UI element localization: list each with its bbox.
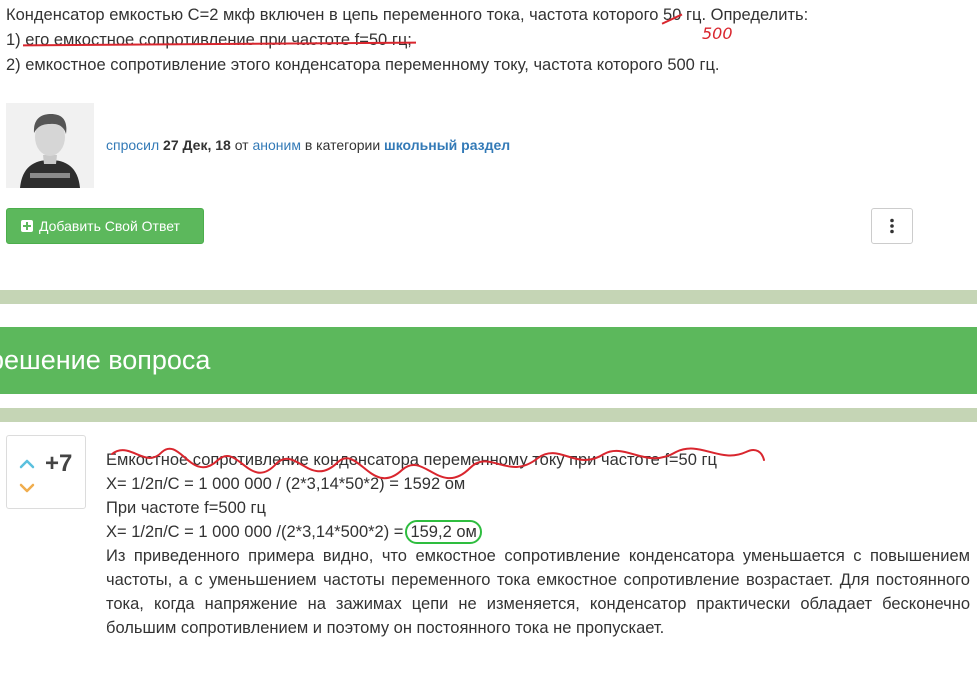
asked-link[interactable]: спросил <box>106 137 159 153</box>
answer-body: Емкостное сопротивление конденсатора пер… <box>106 448 970 640</box>
author-link[interactable]: аноним <box>252 137 300 153</box>
answer-line: X= 1/2п/С = 1 000 000 / (2*3,14*50*2) = … <box>106 475 466 493</box>
section-divider <box>0 290 977 304</box>
solution-banner: решение вопроса <box>0 327 977 394</box>
add-answer-button[interactable]: Добавить Свой Ответ <box>6 208 204 244</box>
circled-result: 159,2 ом <box>405 520 482 544</box>
user-avatar-icon <box>6 103 94 188</box>
question-meta: спросил 27 Дек, 18 от аноним в категории… <box>6 103 706 188</box>
asked-date: 27 Дек, 18 <box>163 137 231 153</box>
vote-down-icon[interactable] <box>19 482 35 494</box>
vertical-ellipsis-icon <box>890 218 894 234</box>
answer-line: Емкостное сопротивление конденсатора пер… <box>106 451 717 469</box>
section-divider-bottom <box>0 408 977 422</box>
answer-line: X= 1/2п/С = 1 000 000 /(2*3,14*500*2) = 1… <box>106 520 970 544</box>
question-text: Конденсатор емкостью С=2 мкф включен в ц… <box>6 3 966 78</box>
question-line-1: Конденсатор емкостью С=2 мкф включен в ц… <box>6 6 809 24</box>
question-item-1: 1) его емкостное сопротивление при часто… <box>6 31 412 49</box>
meta-text: спросил 27 Дек, 18 от аноним в категории… <box>106 137 511 153</box>
crossed-frequency: 50 <box>663 6 682 24</box>
question-item-2: 2) емкостное сопротивление этого конденс… <box>6 56 720 74</box>
vote-count: +7 <box>45 450 73 477</box>
answer-line: При частоте f=500 гц <box>106 499 266 517</box>
plus-square-icon <box>21 220 33 232</box>
avatar[interactable] <box>6 103 94 188</box>
vote-up-icon[interactable] <box>19 458 35 470</box>
answer-paragraph: Из приведенного примера видно, что емкос… <box>106 547 970 637</box>
category-link[interactable]: школьный раздел <box>384 137 510 153</box>
crossed-out-item: его емкостное сопротивление при частоте … <box>25 31 412 49</box>
solution-title: решение вопроса <box>0 345 211 375</box>
vote-box: +7 <box>6 435 86 509</box>
more-options-button[interactable] <box>871 208 913 244</box>
